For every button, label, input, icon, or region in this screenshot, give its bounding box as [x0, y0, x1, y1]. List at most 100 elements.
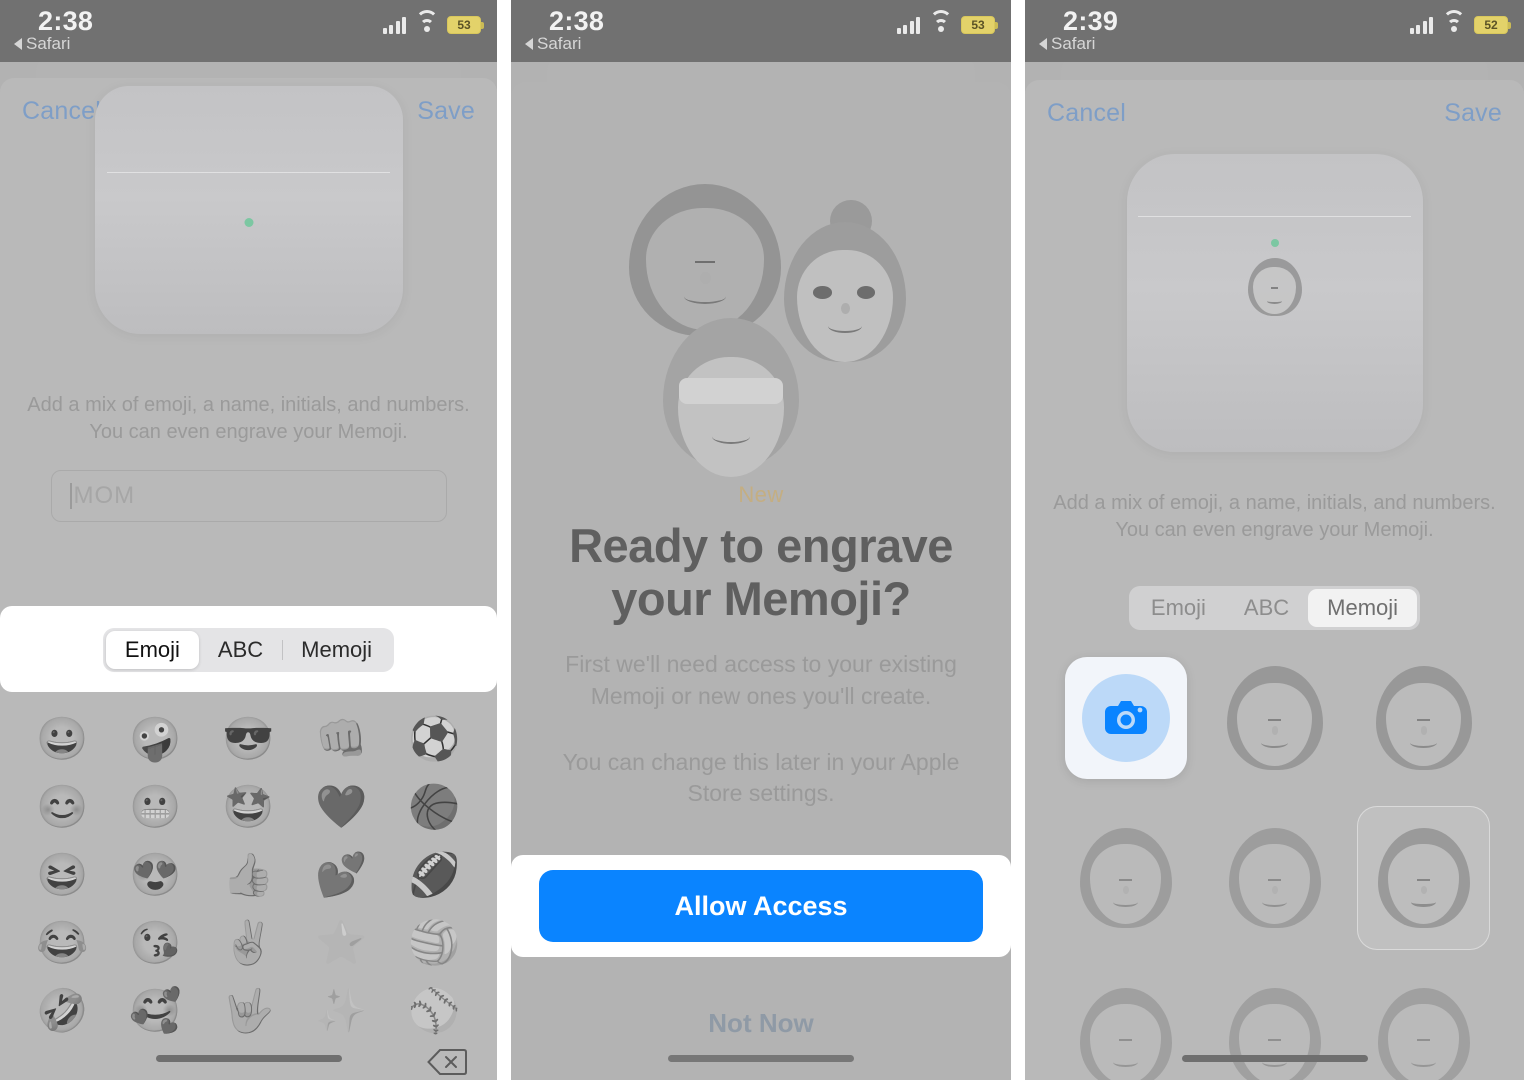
emoji-cell[interactable]: ✨ [295, 982, 388, 1040]
airpods-case [1126, 154, 1423, 452]
memoji-sunglasses [679, 378, 783, 404]
emoji-cell[interactable]: 🤟 [202, 982, 295, 1040]
memoji-option[interactable] [1079, 988, 1172, 1080]
cancel-button[interactable]: Cancel [1047, 99, 1126, 128]
emoji-cell[interactable]: 💕 [295, 846, 388, 904]
keyboard-mode-segmented-control[interactable]: Emoji ABC Memoji [1025, 586, 1524, 630]
tab-emoji[interactable]: Emoji [1132, 589, 1225, 627]
emoji-cell[interactable]: ⭐ [295, 914, 388, 972]
memoji-face-bearded [629, 184, 781, 336]
emoji-cell[interactable]: 😎 [202, 710, 295, 768]
emoji-keyboard-grid[interactable]: 😀 🤪 😎 👊 ⚽ 😊 😬 🤩 ❤️ 🏀 😆 😍 👍 💕 🏈 😂 😘 ✌️ ⭐ … [0, 696, 497, 1040]
status-icons: 53 [896, 10, 998, 34]
memoji-mouth [827, 319, 863, 333]
memoji-option[interactable] [1377, 988, 1470, 1080]
status-bar: 2:38 Safari 53 [511, 0, 1011, 62]
emoji-cell[interactable]: 🏀 [388, 778, 481, 836]
case-led-indicator [244, 218, 253, 227]
wifi-icon [1442, 10, 1465, 34]
emoji-cell[interactable]: 🏐 [388, 914, 481, 972]
memoji-option[interactable] [1375, 666, 1472, 770]
emoji-cell[interactable]: 😂 [16, 914, 109, 972]
memoji-mouth [683, 289, 727, 305]
memoji-mouth [1410, 897, 1437, 907]
panel-emoji-keyboard: 2:38 Safari 53 Cancel Save Add a mix of … [0, 0, 497, 1080]
memoji-nose [1271, 886, 1279, 894]
emoji-cell[interactable]: 😍 [109, 846, 202, 904]
back-to-safari-link[interactable]: Safari [1039, 34, 1095, 54]
create-memoji-button[interactable] [1064, 657, 1187, 779]
tab-memoji[interactable]: Memoji [1308, 589, 1418, 627]
allow-access-button[interactable]: Allow Access [539, 870, 983, 942]
emoji-cell[interactable]: 🥰 [109, 982, 202, 1040]
memoji-grid-cell[interactable] [1200, 800, 1349, 956]
memoji-glasses [1240, 1028, 1308, 1050]
memoji-nose [1122, 886, 1130, 894]
permission-body-1: First we'll need access to your existing… [565, 651, 957, 709]
camera-icon-circle [1081, 674, 1170, 762]
memoji-option[interactable] [1226, 666, 1323, 770]
memoji-nose [1420, 886, 1428, 894]
case-lid-seam [106, 172, 391, 173]
segmented-control[interactable]: Emoji ABC Memoji [1128, 586, 1421, 630]
emoji-cell[interactable]: ⚾ [388, 982, 481, 1040]
memoji-nose [1420, 726, 1428, 735]
engraving-input[interactable]: MOM [50, 470, 447, 522]
battery-icon: 53 [447, 16, 484, 34]
emoji-cell[interactable]: 😘 [109, 914, 202, 972]
engrave-helper-text: Add a mix of emoji, a name, initials, an… [27, 394, 470, 443]
memoji-grid-cell[interactable] [1349, 640, 1498, 796]
emoji-cell[interactable]: 👍 [202, 846, 295, 904]
emoji-cell[interactable]: 👊 [295, 710, 388, 768]
memoji-grid-cell[interactable] [1051, 800, 1200, 956]
segmented-control[interactable]: Emoji ABC Memoji [102, 628, 395, 672]
memoji-grid-cell-selected[interactable] [1349, 800, 1498, 956]
back-triangle-icon [525, 38, 533, 50]
three-panel-screenshot: 2:38 Safari 53 Cancel Save Add a mix of … [0, 0, 1524, 1080]
emoji-cell[interactable]: 😀 [16, 710, 109, 768]
memoji-option[interactable] [1228, 828, 1321, 928]
memoji-grid-cell[interactable] [1200, 640, 1349, 796]
permission-title: Ready to engrave your Memoji? [511, 519, 1011, 625]
memoji-option-selected[interactable] [1377, 828, 1470, 928]
memoji-picker-grid[interactable] [1025, 634, 1524, 1080]
battery-level: 53 [971, 18, 985, 32]
emoji-cell[interactable]: ❤️ [295, 778, 388, 836]
battery-level: 52 [1484, 18, 1498, 32]
engrave-helper-text: Add a mix of emoji, a name, initials, an… [1053, 492, 1496, 541]
save-button[interactable]: Save [1444, 99, 1502, 128]
tab-abc[interactable]: ABC [1225, 589, 1308, 627]
memoji-option[interactable] [1228, 988, 1321, 1080]
back-to-safari-link[interactable]: Safari [525, 34, 581, 54]
emoji-cell[interactable]: 🤣 [16, 982, 109, 1040]
tab-emoji[interactable]: Emoji [105, 631, 199, 669]
memoji-grid-cell[interactable] [1051, 960, 1200, 1080]
status-icons: 53 [382, 10, 484, 34]
backspace-key[interactable] [425, 1046, 469, 1078]
engraving-placeholder: MOM [73, 482, 136, 509]
memoji-option[interactable] [1079, 828, 1172, 928]
emoji-cell[interactable]: 🤪 [109, 710, 202, 768]
emoji-cell[interactable]: ✌️ [202, 914, 295, 972]
memoji-grid-cell[interactable] [1200, 960, 1349, 1080]
airpods-case-preview [1025, 154, 1524, 484]
emoji-cell[interactable]: 😊 [16, 778, 109, 836]
emoji-cell[interactable]: 😬 [109, 778, 202, 836]
emoji-cell[interactable]: 😆 [16, 846, 109, 904]
engraved-memoji-preview [1247, 258, 1302, 316]
tab-memoji[interactable]: Memoji [282, 631, 391, 669]
not-now-button[interactable]: Not Now [511, 1008, 1011, 1039]
emoji-cell[interactable]: 🏈 [388, 846, 481, 904]
back-to-safari-link[interactable]: Safari [14, 34, 70, 54]
emoji-cell[interactable]: 🤩 [202, 778, 295, 836]
memoji-mouth [1112, 1057, 1139, 1067]
case-lid-seam [1138, 216, 1411, 217]
memoji-grid-cell[interactable] [1051, 640, 1200, 796]
home-indicator [155, 1055, 342, 1062]
keyboard-mode-segmented-control[interactable]: Emoji ABC Memoji [0, 628, 497, 672]
cellular-signal-icon [382, 16, 406, 34]
tab-abc[interactable]: ABC [199, 631, 282, 669]
memoji-mouth [1112, 897, 1139, 907]
memoji-grid-cell[interactable] [1349, 960, 1498, 1080]
emoji-cell[interactable]: ⚽ [388, 710, 481, 768]
